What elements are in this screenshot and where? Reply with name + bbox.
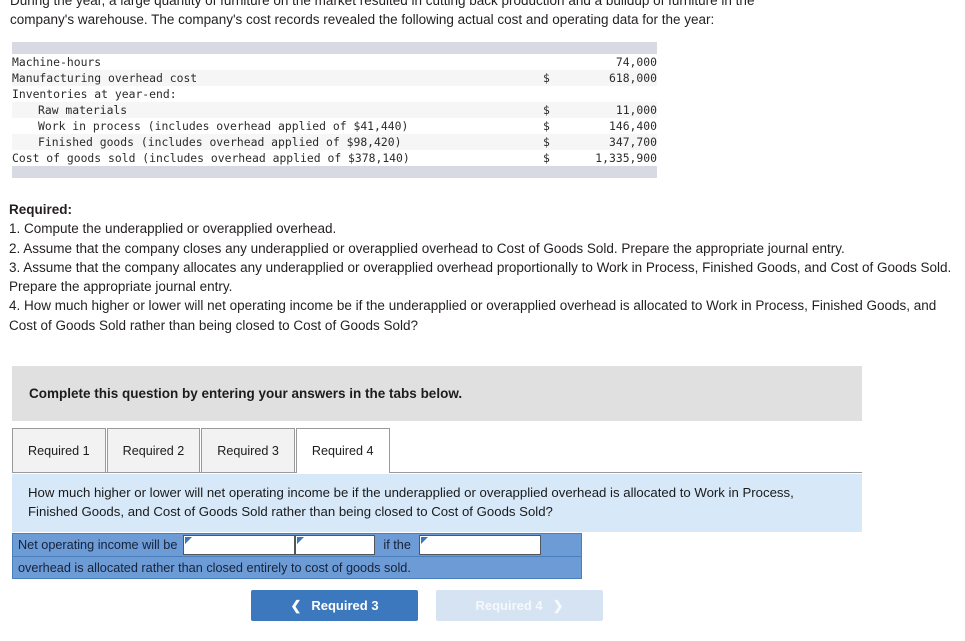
tab-required-4[interactable]: Required 4 bbox=[295, 428, 390, 473]
table-cell-currency: $ bbox=[543, 102, 565, 118]
required-item: 3. Assume that the company allocates any… bbox=[9, 259, 952, 295]
table-row: Machine-hours 74,000 bbox=[12, 54, 657, 70]
required-heading: Required: bbox=[9, 202, 73, 217]
required-section: Required: 1. Compute the underapplied or… bbox=[9, 200, 955, 335]
tab-label: Required 4 bbox=[311, 443, 374, 458]
next-button-label: Required 4 bbox=[475, 598, 543, 613]
table-row: Manufacturing overhead cost $618,000 bbox=[12, 70, 657, 86]
table-row: Inventories at year-end: bbox=[12, 86, 657, 102]
table-cell-value: 347,700 bbox=[565, 134, 657, 150]
tab-label: Required 3 bbox=[217, 443, 279, 458]
chevron-right-icon: ❯ bbox=[552, 598, 564, 613]
answer-lead-label: Net operating income will be bbox=[18, 538, 178, 552]
navigation-bar: ❮ Required 3 Required 4 ❯ bbox=[251, 590, 603, 621]
tab-required-2[interactable]: Required 2 bbox=[106, 428, 201, 472]
table-row: Cost of goods sold (includes overhead ap… bbox=[12, 150, 657, 166]
instruction-bar: Complete this question by entering your … bbox=[12, 366, 862, 421]
required-item: 4. How much higher or lower will net ope… bbox=[9, 298, 937, 333]
table-row: Raw materials $11,000 bbox=[12, 102, 657, 118]
table-cell-currency: $ bbox=[543, 118, 565, 134]
tab-required-1[interactable]: Required 1 bbox=[12, 428, 106, 472]
question-text: How much higher or lower will net operat… bbox=[28, 485, 794, 519]
prev-requirement-button[interactable]: ❮ Required 3 bbox=[251, 590, 418, 621]
required-item: 2. Assume that the company closes any un… bbox=[9, 240, 845, 256]
requirement-tabs: Required 1 Required 2 Required 3 Required 4 bbox=[12, 428, 862, 473]
dropdown-marker-icon bbox=[420, 537, 428, 544]
table-cell-value: 146,400 bbox=[565, 118, 657, 134]
prev-button-label: Required 3 bbox=[311, 598, 379, 613]
table-cell-value: 11,000 bbox=[565, 102, 657, 118]
table-top-bar bbox=[12, 42, 657, 54]
answer-row-1: Net operating income will be if the bbox=[13, 534, 581, 556]
table-cell-label: Inventories at year-end: bbox=[12, 86, 543, 102]
table-cell-value: 618,000 bbox=[565, 70, 657, 86]
cost-data-table: Machine-hours 74,000 Manufacturing overhea… bbox=[12, 42, 657, 178]
table-cell-label: Manufacturing overhead cost bbox=[12, 70, 543, 86]
answer-field-2[interactable] bbox=[295, 535, 376, 555]
answer-row-2: overhead is allocated rather than closed… bbox=[13, 556, 581, 578]
table-cell-currency: $ bbox=[543, 150, 565, 166]
dropdown-marker-icon bbox=[185, 537, 193, 544]
instruction-text: Complete this question by entering your … bbox=[29, 386, 463, 401]
answer-trailing-text: overhead is allocated rather than closed… bbox=[18, 560, 411, 575]
intro-line-1: During the year, a large quantity of fur… bbox=[10, 0, 755, 8]
answer-field-3[interactable] bbox=[418, 535, 541, 555]
table-cell-label: Finished goods (includes overhead applie… bbox=[12, 134, 543, 150]
next-requirement-button[interactable]: Required 4 ❯ bbox=[436, 590, 603, 621]
tab-label: Required 1 bbox=[28, 443, 90, 458]
table-bottom-bar bbox=[12, 166, 657, 178]
cost-data-grid: Machine-hours 74,000 Manufacturing overhea… bbox=[12, 54, 657, 166]
table-cell-value: 74,000 bbox=[565, 54, 657, 70]
table-cell-label: Cost of goods sold (includes overhead ap… bbox=[12, 150, 543, 166]
dropdown-marker-icon bbox=[297, 537, 305, 544]
table-cell-value bbox=[565, 86, 657, 102]
answer-form: Net operating income will be if the over… bbox=[12, 533, 582, 579]
table-row: Work in process (includes overhead appli… bbox=[12, 118, 657, 134]
table-cell-value: 1,335,900 bbox=[565, 150, 657, 166]
required-item: 1. Compute the underapplied or overappli… bbox=[9, 221, 337, 237]
table-cell-label: Work in process (includes overhead appli… bbox=[12, 118, 543, 134]
table-cell-currency bbox=[543, 54, 565, 70]
answer-field-1[interactable] bbox=[183, 535, 296, 555]
table-cell-label: Raw materials bbox=[12, 102, 543, 118]
tab-label: Required 2 bbox=[122, 443, 185, 458]
intro-paragraph: During the year, a large quantity of fur… bbox=[10, 0, 955, 29]
chevron-left-icon: ❮ bbox=[290, 598, 302, 613]
answer-mid-label: if the bbox=[383, 538, 411, 552]
table-cell-currency bbox=[543, 86, 565, 102]
question-panel: How much higher or lower will net operat… bbox=[12, 474, 862, 532]
table-cell-label: Machine-hours bbox=[12, 54, 543, 70]
table-row: Finished goods (includes overhead applie… bbox=[12, 134, 657, 150]
intro-line-2: company's warehouse. The company's cost … bbox=[10, 12, 715, 27]
table-cell-currency: $ bbox=[543, 134, 565, 150]
tab-required-3[interactable]: Required 3 bbox=[201, 428, 295, 472]
table-cell-currency: $ bbox=[543, 70, 565, 86]
